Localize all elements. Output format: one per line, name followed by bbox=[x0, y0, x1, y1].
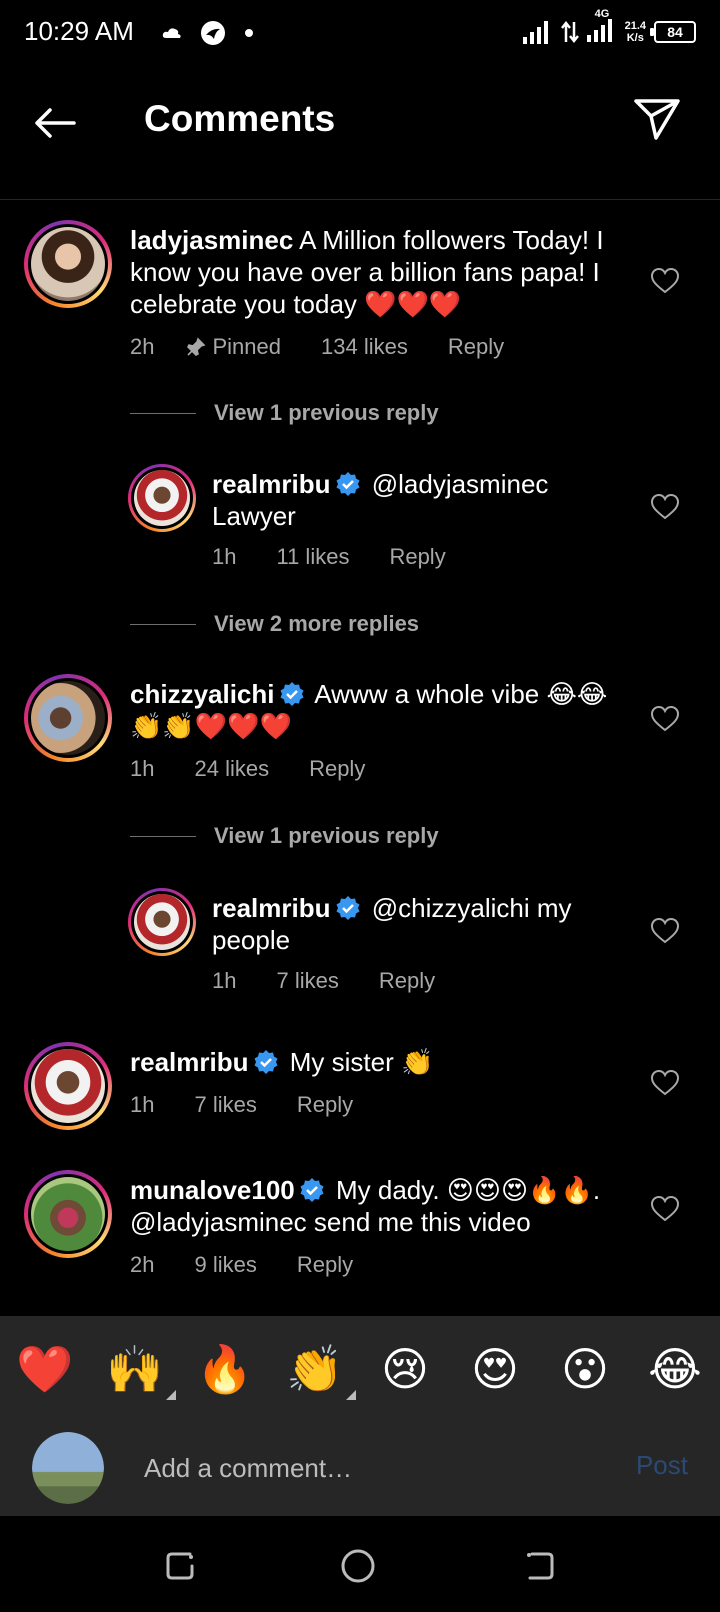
pin-icon bbox=[187, 337, 206, 356]
emoji-heart-eyes[interactable]: 😍 bbox=[450, 1316, 540, 1422]
back-arrow-icon[interactable] bbox=[30, 98, 80, 148]
comment-time: 1h bbox=[130, 1092, 155, 1117]
status-bar: 10:29 AM 4G 21.4 K/s 84 bbox=[0, 0, 720, 66]
page-title: Comments bbox=[144, 98, 336, 139]
comment-input[interactable] bbox=[144, 1444, 584, 1492]
avatar[interactable] bbox=[24, 220, 112, 308]
skin-tone-indicator bbox=[346, 1390, 356, 1400]
comment-username[interactable]: ladyjasminec bbox=[130, 225, 293, 255]
avatar[interactable] bbox=[128, 888, 196, 956]
signal-icon bbox=[522, 21, 548, 44]
avatar[interactable] bbox=[24, 674, 112, 762]
comment-username[interactable]: realmribu bbox=[212, 893, 331, 923]
pinned-label: Pinned bbox=[186, 334, 281, 360]
verified-badge-icon bbox=[254, 1050, 277, 1074]
current-user-avatar bbox=[32, 1432, 104, 1504]
share-send-icon[interactable] bbox=[632, 94, 682, 144]
net-speed-unit: K/s bbox=[626, 32, 644, 44]
heart-icon[interactable] bbox=[650, 492, 680, 522]
net-speed-value: 21.4 bbox=[624, 20, 646, 32]
signal-icon-2 bbox=[586, 18, 612, 42]
skin-tone-indicator bbox=[166, 1390, 176, 1400]
reply-button[interactable]: Reply bbox=[297, 1252, 353, 1278]
view-previous-replies[interactable]: View 1 previous reply bbox=[130, 823, 439, 849]
view-more-replies[interactable]: View 2 more replies bbox=[130, 611, 419, 637]
comment-username[interactable]: munalove100 bbox=[130, 1175, 295, 1205]
comment-time: 2h bbox=[130, 1252, 155, 1277]
verified-badge-icon bbox=[336, 896, 359, 920]
cloud-icon bbox=[162, 28, 181, 38]
heart-icon[interactable] bbox=[650, 916, 680, 946]
emoji-fire[interactable]: 🔥 bbox=[180, 1316, 270, 1422]
comment-time: 1h bbox=[130, 756, 155, 781]
verified-badge-icon bbox=[280, 682, 303, 706]
heart-icon[interactable] bbox=[650, 1194, 680, 1224]
home-icon[interactable] bbox=[338, 1546, 378, 1586]
emoji-red-heart[interactable]: ❤️ bbox=[0, 1316, 90, 1422]
view-previous-replies[interactable]: View 1 previous reply bbox=[130, 400, 439, 426]
comment-likes[interactable]: 134 likes bbox=[321, 334, 408, 360]
verified-badge-icon bbox=[336, 472, 359, 496]
status-time: 10:29 AM bbox=[24, 16, 134, 46]
comment-time: 1h bbox=[212, 544, 237, 569]
battery-icon: 84 bbox=[650, 21, 696, 43]
reply-button[interactable]: Reply bbox=[389, 544, 445, 570]
heart-icon[interactable] bbox=[650, 704, 680, 734]
avatar[interactable] bbox=[24, 1042, 112, 1130]
comment-text: My sister 👏 bbox=[289, 1047, 434, 1077]
emoji-clapping-hands: 👏 bbox=[286, 1343, 344, 1395]
header: Comments bbox=[0, 66, 720, 200]
emoji-raised-hands: 🙌 bbox=[106, 1343, 164, 1395]
heart-icon[interactable] bbox=[650, 1068, 680, 1098]
verified-badge-icon bbox=[300, 1178, 324, 1202]
system-nav-bar bbox=[0, 1516, 720, 1612]
emoji-raised-hands-wrapper[interactable]: 🙌 bbox=[90, 1316, 180, 1422]
comment-likes[interactable]: 9 likes bbox=[194, 1252, 256, 1278]
recent-apps-icon[interactable] bbox=[160, 1546, 200, 1586]
post-button[interactable]: Post bbox=[636, 1450, 688, 1481]
reply-button[interactable]: Reply bbox=[448, 334, 504, 360]
heart-icon[interactable] bbox=[650, 266, 680, 296]
reply-button[interactable]: Reply bbox=[309, 756, 365, 782]
comment-username[interactable]: realmribu bbox=[130, 1047, 249, 1077]
emoji-crying[interactable]: 😢 bbox=[360, 1316, 450, 1422]
comment-likes[interactable]: 7 likes bbox=[276, 968, 338, 994]
comment-list[interactable]: ladyjasminec A Million followers Today! … bbox=[0, 200, 720, 1316]
reply-button[interactable]: Reply bbox=[297, 1092, 353, 1118]
comment-likes[interactable]: 11 likes bbox=[276, 544, 349, 570]
emoji-surprised[interactable]: 😮 bbox=[540, 1316, 630, 1422]
comment-likes[interactable]: 7 likes bbox=[194, 1092, 256, 1118]
emoji-tears-of-joy[interactable]: 😂 bbox=[630, 1316, 720, 1422]
comment-username[interactable]: realmribu bbox=[212, 469, 331, 499]
comment-time: 1h bbox=[212, 968, 237, 993]
avatar[interactable] bbox=[128, 464, 196, 532]
bird-app-icon bbox=[201, 21, 225, 45]
comment-composer: Post bbox=[0, 1422, 720, 1516]
quick-emoji-bar: ❤️ 🙌 🔥 👏 😢 😍 😮 😂 bbox=[0, 1316, 720, 1422]
notification-dot-icon bbox=[245, 29, 253, 37]
comment-likes[interactable]: 24 likes bbox=[194, 756, 269, 782]
avatar[interactable] bbox=[24, 1170, 112, 1258]
back-nav-icon[interactable] bbox=[520, 1546, 560, 1586]
network-type: 4G bbox=[594, 7, 610, 20]
data-transfer-icon bbox=[560, 20, 579, 44]
emoji-clapping-wrapper[interactable]: 👏 bbox=[270, 1316, 360, 1422]
comment-time: 2h bbox=[130, 334, 155, 359]
comment-username[interactable]: chizzyalichi bbox=[130, 679, 275, 709]
reply-button[interactable]: Reply bbox=[379, 968, 435, 994]
